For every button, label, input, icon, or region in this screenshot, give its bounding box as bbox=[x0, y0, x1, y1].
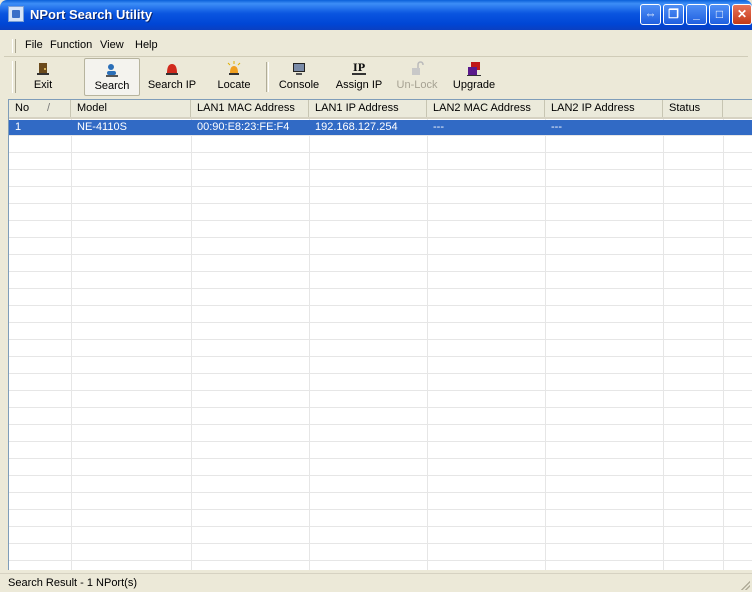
unlock-button[interactable]: Un-Lock bbox=[394, 58, 440, 96]
svg-text:IP: IP bbox=[353, 63, 366, 74]
app-icon[interactable] bbox=[8, 6, 24, 22]
grid-line bbox=[663, 119, 664, 570]
column-header-model[interactable]: Model bbox=[71, 100, 191, 117]
console-button[interactable]: Console bbox=[276, 58, 322, 96]
grid-line bbox=[9, 526, 752, 527]
menu-function[interactable]: Function bbox=[50, 39, 92, 51]
assign-ip-icon: IP bbox=[351, 61, 367, 77]
menu-help[interactable]: Help bbox=[135, 39, 158, 51]
grid-line bbox=[9, 407, 752, 408]
grid-line bbox=[9, 152, 752, 153]
maximize-button[interactable]: □ bbox=[709, 4, 730, 25]
grid-line bbox=[9, 322, 752, 323]
column-header-lan1-mac[interactable]: LAN1 MAC Address bbox=[191, 100, 309, 117]
grid-line bbox=[9, 441, 752, 442]
console-monitor-icon bbox=[291, 61, 307, 77]
grid-line bbox=[9, 560, 752, 561]
grid-line bbox=[9, 390, 752, 391]
device-list[interactable]: No / Model LAN1 MAC Address LAN1 IP Addr… bbox=[8, 99, 752, 570]
cell-lan2-mac: --- bbox=[433, 121, 444, 133]
grid-line bbox=[427, 119, 428, 570]
grid-line bbox=[9, 543, 752, 544]
list-header: No / Model LAN1 MAC Address LAN1 IP Addr… bbox=[9, 100, 752, 119]
upgrade-chip-icon bbox=[466, 61, 482, 77]
cell-status bbox=[663, 120, 723, 135]
app-window: NPort Search Utility ⇔ ❐ _ □ ✕ File Func… bbox=[0, 0, 752, 592]
column-header-no[interactable]: No / bbox=[9, 100, 71, 117]
grid-line bbox=[9, 254, 752, 255]
column-header-lan2-ip[interactable]: LAN2 IP Address bbox=[545, 100, 663, 117]
grid-line bbox=[9, 356, 752, 357]
toolbar: Exit Search Search IP Locate Console IP … bbox=[4, 58, 748, 96]
locate-light-icon bbox=[226, 61, 242, 77]
cell-lan1-ip: 192.168.127.254 bbox=[315, 121, 398, 133]
cell-lan1-mac: 00:90:E8:23:FE:F4 bbox=[197, 121, 290, 133]
minimize-button[interactable]: _ bbox=[686, 4, 707, 25]
grid-line bbox=[9, 135, 752, 136]
grid-line bbox=[723, 119, 724, 570]
assign-ip-button[interactable]: IP Assign IP bbox=[332, 58, 386, 96]
title-bar[interactable]: NPort Search Utility ⇔ ❐ _ □ ✕ bbox=[0, 0, 752, 30]
grid-line bbox=[9, 509, 752, 510]
resize-grip[interactable] bbox=[740, 580, 750, 590]
grid-line bbox=[9, 169, 752, 170]
cell-no: 1 bbox=[15, 121, 22, 133]
sort-indicator: / bbox=[47, 102, 51, 114]
toolbar-separator bbox=[266, 62, 269, 92]
grid-line bbox=[9, 271, 752, 272]
menu-grip[interactable] bbox=[12, 39, 16, 53]
grid-line bbox=[9, 203, 752, 204]
search-button[interactable]: Search bbox=[84, 58, 140, 96]
extra-button-2[interactable]: ❐ bbox=[663, 4, 684, 25]
menu-file[interactable]: File bbox=[25, 39, 43, 51]
toolbar-grip[interactable] bbox=[12, 61, 16, 93]
menu-view[interactable]: View bbox=[100, 39, 124, 51]
status-bar: Search Result - 1 NPort(s) bbox=[0, 573, 752, 592]
close-button[interactable]: ✕ bbox=[732, 4, 752, 25]
grid-line bbox=[309, 119, 310, 570]
grid-line bbox=[9, 475, 752, 476]
grid-line bbox=[9, 424, 752, 425]
grid-line bbox=[9, 237, 752, 238]
grid-line bbox=[9, 220, 752, 221]
grid-line bbox=[9, 339, 752, 340]
grid-line bbox=[9, 492, 752, 493]
grid-line bbox=[9, 305, 752, 306]
grid-line bbox=[9, 458, 752, 459]
column-header-lan1-ip[interactable]: LAN1 IP Address bbox=[309, 100, 427, 117]
column-header-lan2-mac[interactable]: LAN2 MAC Address bbox=[427, 100, 545, 117]
grid-line bbox=[9, 288, 752, 289]
exit-door-icon bbox=[35, 61, 51, 77]
window-title: NPort Search Utility bbox=[30, 7, 153, 22]
table-row[interactable]: 1 NE-4110S 00:90:E8:23:FE:F4 192.168.127… bbox=[9, 120, 752, 135]
column-header-status[interactable]: Status bbox=[663, 100, 723, 117]
grid-line bbox=[9, 186, 752, 187]
grid-line bbox=[9, 373, 752, 374]
exit-button[interactable]: Exit bbox=[30, 58, 56, 96]
grid-line bbox=[71, 119, 72, 570]
menu-bar: File Function View Help bbox=[4, 36, 748, 57]
cell-lan2-ip: --- bbox=[551, 121, 562, 133]
search-ip-button[interactable]: Search IP bbox=[144, 58, 200, 96]
upgrade-button[interactable]: Upgrade bbox=[450, 58, 498, 96]
search-person-icon bbox=[104, 62, 120, 78]
locate-button[interactable]: Locate bbox=[210, 58, 258, 96]
grid-line bbox=[191, 119, 192, 570]
extra-button-1[interactable]: ⇔ bbox=[640, 4, 661, 25]
grid-line bbox=[545, 119, 546, 570]
cell-model: NE-4110S bbox=[77, 121, 127, 133]
unlock-padlock-icon bbox=[409, 61, 425, 77]
search-ip-alarm-icon bbox=[164, 61, 180, 77]
status-text: Search Result - 1 NPort(s) bbox=[8, 577, 137, 589]
